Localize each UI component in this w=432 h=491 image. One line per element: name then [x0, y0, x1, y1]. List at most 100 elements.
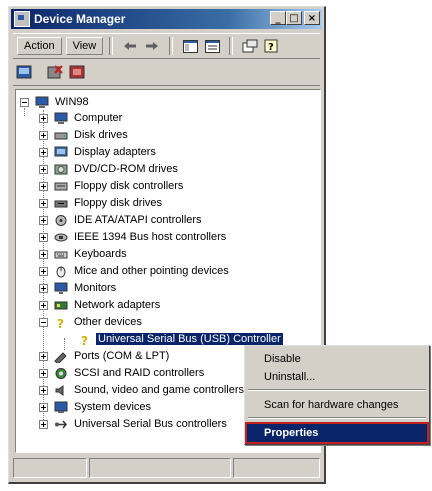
tree-node[interactable]: Floppy disk drives [39, 195, 164, 211]
tree-node[interactable]: Floppy disk controllers [39, 178, 185, 194]
title-bar[interactable]: Device Manager _ □ × [11, 9, 322, 29]
scan-hardware-icon[interactable] [14, 63, 34, 81]
expand-toggle[interactable] [39, 351, 48, 361]
collapse-toggle[interactable] [39, 317, 48, 327]
menu-separator [248, 389, 426, 391]
floppy-drive-icon [54, 200, 68, 207]
expand-toggle[interactable] [39, 385, 48, 395]
context-menu: Disable Uninstall... Scan for hardware c… [244, 345, 430, 445]
close-button[interactable]: × [304, 11, 320, 25]
menu-item-scan[interactable]: Scan for hardware changes [247, 396, 427, 414]
forward-arrow-icon[interactable] [142, 37, 162, 55]
tree-node-label: Network adapters [74, 299, 161, 311]
maximize-button[interactable]: □ [286, 11, 302, 25]
network-adapter-icon [54, 301, 68, 309]
tree-node[interactable]: Network adapters [39, 297, 162, 313]
tree-node[interactable]: Ports (COM & LPT) [39, 348, 171, 364]
tree-node-label: Floppy disk controllers [74, 180, 184, 192]
floppy-controller-icon [54, 182, 68, 190]
view-menu[interactable]: View [65, 37, 104, 55]
menu-separator [248, 417, 426, 419]
expand-toggle[interactable] [39, 368, 48, 378]
tree-node[interactable]: Monitors [39, 280, 118, 296]
tree-node-label: Other devices [74, 316, 142, 328]
tree-node[interactable]: Sound, video and game controllers [39, 382, 246, 398]
unknown-device-icon: ? [81, 334, 88, 346]
ieee1394-icon [54, 233, 68, 241]
properties-icon[interactable] [202, 37, 222, 55]
menu-bar: Action View ? [13, 33, 320, 59]
device-manager-icon [14, 11, 30, 27]
mouse-icon [56, 266, 66, 277]
expand-toggle[interactable] [39, 232, 48, 242]
uninstall-icon[interactable] [45, 63, 65, 81]
tree-node-label: Keyboards [74, 248, 127, 260]
tree-node[interactable]: Computer [39, 110, 124, 126]
show-hide-tree-icon[interactable] [180, 37, 200, 55]
disable-icon[interactable] [67, 63, 87, 81]
disk-drive-icon [54, 132, 68, 139]
expand-toggle[interactable] [39, 266, 48, 276]
tree-node[interactable]: Keyboards [39, 246, 129, 262]
tree-node-label: System devices [74, 401, 152, 413]
back-arrow-icon[interactable] [120, 37, 140, 55]
computer-icon [35, 96, 49, 108]
tree-node[interactable]: DVD/CD-ROM drives [39, 161, 180, 177]
collapse-toggle[interactable] [20, 97, 29, 107]
minimize-button[interactable]: _ [270, 11, 286, 25]
tree-node[interactable]: IDE ATA/ATAPI controllers [39, 212, 204, 228]
tree-node-label: Ports (COM & LPT) [74, 350, 170, 362]
expand-toggle[interactable] [39, 283, 48, 293]
refresh-icon[interactable] [240, 37, 260, 55]
expand-toggle[interactable] [39, 181, 48, 191]
display-adapter-icon [54, 146, 68, 156]
tree-node[interactable]: Mice and other pointing devices [39, 263, 231, 279]
expand-toggle[interactable] [39, 130, 48, 140]
unknown-device-icon: ? [57, 317, 64, 329]
help-icon[interactable]: ? [262, 37, 282, 55]
secondary-toolbar [13, 59, 320, 86]
expand-toggle[interactable] [39, 113, 48, 123]
caption-buttons: _ □ × [270, 11, 320, 25]
menu-item-uninstall[interactable]: Uninstall... [247, 368, 427, 386]
tree-node[interactable]: IEEE 1394 Bus host controllers [39, 229, 228, 245]
tree-node[interactable]: System devices [39, 399, 153, 415]
action-menu[interactable]: Action [17, 37, 62, 55]
keyboard-icon [54, 251, 68, 258]
menu-item-properties[interactable]: Properties [245, 422, 429, 444]
tree-node-label: Mice and other pointing devices [74, 265, 229, 277]
toolbar-separator [109, 37, 114, 55]
expand-toggle[interactable] [39, 215, 48, 225]
system-device-icon [54, 401, 68, 413]
tree-node[interactable]: Display adapters [39, 144, 158, 160]
expand-toggle[interactable] [39, 198, 48, 208]
cd-drive-icon [54, 164, 68, 174]
tree-node-label: IEEE 1394 Bus host controllers [74, 231, 227, 243]
tree-node[interactable]: Universal Serial Bus controllers [39, 416, 229, 432]
usb-icon [55, 420, 67, 428]
tree-node-label: Disk drives [74, 129, 128, 141]
toolbar-separator [229, 37, 234, 55]
expand-toggle[interactable] [39, 419, 48, 429]
toolbar-separator [169, 37, 174, 55]
svg-text:?: ? [81, 334, 88, 346]
tree-node[interactable]: SCSI and RAID controllers [39, 365, 206, 381]
selected-device-label: Universal Serial Bus (USB) Controller [95, 332, 284, 346]
scsi-icon [55, 367, 67, 379]
tree-root-label: WIN98 [55, 96, 89, 108]
tree-node-label: Display adapters [74, 146, 156, 158]
tree-root[interactable]: WIN98 [20, 94, 91, 110]
tree-node-label: IDE ATA/ATAPI controllers [74, 214, 202, 226]
monitor-icon [54, 282, 68, 294]
tree-node-label: Universal Serial Bus controllers [74, 418, 227, 430]
expand-toggle[interactable] [39, 300, 48, 310]
tree-node[interactable]: ? Other devices [39, 314, 144, 330]
port-icon [54, 351, 67, 363]
expand-toggle[interactable] [39, 402, 48, 412]
expand-toggle[interactable] [39, 249, 48, 259]
menu-item-disable[interactable]: Disable [247, 350, 427, 368]
expand-toggle[interactable] [39, 164, 48, 174]
expand-toggle[interactable] [39, 147, 48, 157]
tree-node[interactable]: Disk drives [39, 127, 130, 143]
status-bar [13, 458, 320, 478]
